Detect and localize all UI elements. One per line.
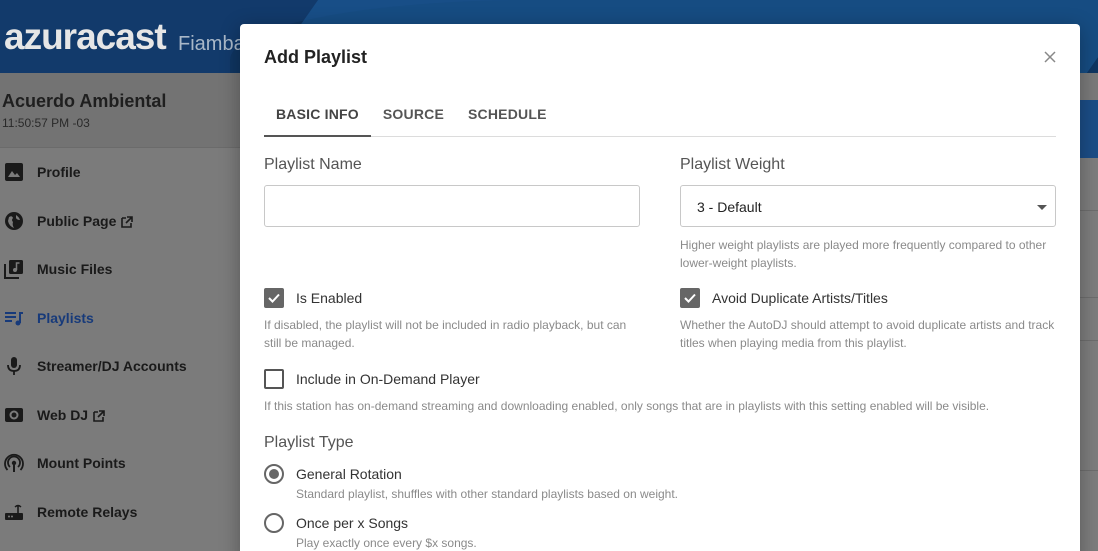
radio-description: Play exactly once every $x songs. (296, 536, 477, 550)
sidebar: Acuerdo Ambiental 11:50:57 PM -03 Profil… (0, 73, 240, 551)
sidebar-item-label: Streamer/DJ Accounts (37, 358, 187, 375)
background-content-edge (1080, 100, 1098, 551)
sidebar-nav: Profile Public Page Music Files Playlist… (0, 148, 240, 536)
tab-source[interactable]: SOURCE (371, 96, 456, 137)
sidebar-item-web-dj[interactable]: Web DJ (0, 391, 240, 440)
checkbox-checked-icon (264, 288, 284, 308)
radio-label: Once per x Songs (296, 515, 409, 531)
sidebar-item-label: Profile (37, 164, 81, 181)
radio-label: General Rotation (296, 466, 402, 482)
station-name: Acuerdo Ambiental (2, 91, 167, 111)
is-enabled-label: Is Enabled (296, 290, 363, 306)
sidebar-item-public-page[interactable]: Public Page (0, 197, 240, 246)
sidebar-item-mount-points[interactable]: Mount Points (0, 439, 240, 488)
table-divider (1080, 297, 1098, 298)
on-demand-checkbox[interactable]: Include in On-Demand Player (264, 369, 480, 389)
checkbox-checked-icon (680, 288, 700, 308)
sidebar-item-music-files[interactable]: Music Files (0, 245, 240, 294)
music-library-icon (4, 259, 24, 280)
sidebar-item-profile[interactable]: Profile (0, 148, 240, 197)
close-icon (1044, 50, 1056, 68)
table-divider (1080, 210, 1098, 211)
playlist-weight-label: Playlist Weight (680, 156, 785, 173)
avoid-duplicates-help: Whether the AutoDJ should attempt to avo… (680, 318, 1055, 350)
is-enabled-help: If disabled, the playlist will not be in… (264, 318, 627, 350)
radio-general-rotation[interactable]: General Rotation (264, 464, 402, 484)
playlist-name-input[interactable] (264, 185, 640, 227)
on-demand-help: If this station has on-demand streaming … (264, 399, 990, 413)
playlist-icon (4, 308, 24, 328)
avoid-duplicates-checkbox[interactable]: Avoid Duplicate Artists/Titles (680, 288, 888, 308)
sidebar-item-label: Mount Points (37, 455, 126, 472)
playlist-weight-help: Higher weight playlists are played more … (680, 238, 1047, 270)
azuracast-logo[interactable]: azuracast (4, 16, 167, 58)
add-playlist-modal: Add Playlist BASIC INFO SOURCE SCHEDULE … (240, 24, 1080, 551)
sidebar-item-label: Web DJ (37, 406, 89, 423)
checkbox-unchecked-icon (264, 369, 284, 389)
playlist-name-label: Playlist Name (264, 156, 362, 173)
speaker-icon (4, 405, 24, 425)
sidebar-item-label: Playlists (37, 309, 94, 326)
tab-basic-info[interactable]: BASIC INFO (264, 96, 371, 137)
sidebar-item-label: Public Page (37, 212, 117, 229)
modal-title: Add Playlist (264, 47, 368, 67)
avoid-duplicates-label: Avoid Duplicate Artists/Titles (712, 290, 888, 306)
sidebar-item-streamer-dj-accounts[interactable]: Streamer/DJ Accounts (0, 342, 240, 391)
external-link-icon (93, 409, 105, 422)
radio-unselected-icon (264, 513, 284, 533)
router-icon (4, 502, 24, 522)
playlist-weight-value: 3 - Default (697, 199, 762, 215)
image-icon (4, 162, 24, 182)
station-breadcrumb[interactable]: Fiamba (178, 33, 245, 56)
table-divider (1080, 470, 1098, 471)
close-button[interactable] (1040, 49, 1060, 69)
is-enabled-checkbox[interactable]: Is Enabled (264, 288, 362, 308)
playlist-type-label: Playlist Type (264, 434, 354, 451)
radio-once-per-x-songs[interactable]: Once per x Songs (264, 513, 408, 533)
station-info: Acuerdo Ambiental 11:50:57 PM -03 (0, 73, 240, 148)
sidebar-item-remote-relays[interactable]: Remote Relays (0, 488, 240, 537)
table-divider (1080, 340, 1098, 341)
radio-description: Standard playlist, shuffles with other s… (296, 487, 678, 501)
chevron-down-icon (1037, 205, 1047, 210)
playlist-weight-select[interactable]: 3 - Default (680, 185, 1056, 227)
background-add-button-edge (1080, 100, 1098, 158)
external-link-icon (121, 215, 134, 228)
sidebar-item-label: Remote Relays (37, 503, 138, 520)
sidebar-item-label: Music Files (37, 261, 113, 278)
podcast-icon (4, 453, 24, 473)
globe-icon (4, 211, 24, 231)
on-demand-label: Include in On-Demand Player (296, 371, 480, 387)
modal-tabs: BASIC INFO SOURCE SCHEDULE (264, 96, 1056, 137)
microphone-icon (4, 356, 24, 376)
sidebar-item-playlists[interactable]: Playlists (0, 294, 240, 343)
tab-schedule[interactable]: SCHEDULE (456, 96, 559, 137)
radio-selected-icon (264, 464, 284, 484)
station-time: 11:50:57 PM -03 (2, 116, 90, 130)
